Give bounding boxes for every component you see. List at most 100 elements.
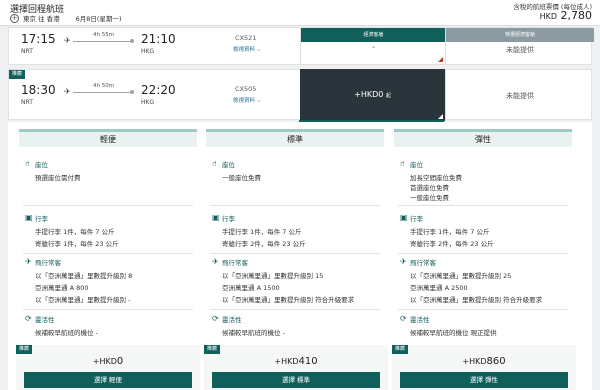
baggage-line: 寄艙行李 1件，每件 23 公斤	[35, 240, 119, 248]
flexibility-icon: ⟳	[212, 314, 219, 323]
price-amount: 860	[486, 356, 506, 367]
fare-price-light: 推薦 +HKD0 選擇 輕便	[16, 345, 200, 390]
price-from-suffix: 起	[385, 93, 391, 99]
departure-time: 17:15	[21, 32, 56, 46]
flexibility-line: 候補較早航班的機位 -	[35, 329, 98, 337]
fare-family-panel: 輕便 ⑁ 座位 預選座位需付費 ▣ 行李 手提行李 1件，每件 7 公斤 寄艙行…	[8, 122, 592, 390]
premium-economy-cabin-option[interactable]: 特選經濟客艙 未能提供	[445, 28, 594, 64]
departure: 17:15 NRT	[21, 32, 56, 55]
plane-icon: ✈	[64, 36, 71, 45]
arrival-time: 22:20	[141, 83, 176, 97]
seat-line: 一般座位免費	[222, 174, 261, 182]
total-currency: HKD	[539, 12, 557, 21]
departure-airport: NRT	[21, 99, 33, 106]
page-header: 選擇回程航班 + 東京 往 香港 6月8日(星期一) 含稅的航班票價 (每位成人…	[0, 0, 600, 26]
baggage-line: 手提行李 1件，每件 7 公斤	[35, 228, 115, 236]
fare-price: +HKD860	[392, 356, 576, 367]
flight-number: CX521	[235, 34, 257, 42]
section-title: 座位	[222, 161, 235, 169]
recommended-badge: 推薦	[204, 345, 221, 354]
select-flex-button[interactable]: 選擇 彈性	[400, 372, 568, 388]
section-title: 靈活性	[35, 316, 55, 324]
arrival: 22:20 HKG	[141, 83, 176, 106]
departure: 18:30 NRT	[21, 83, 56, 106]
seat-icon: ⑁	[212, 159, 217, 168]
section-title: 飛行常客	[35, 259, 61, 267]
view-details-link[interactable]: 檢視資料 ⌵	[233, 45, 261, 54]
arrival-time: 21:10	[141, 32, 176, 46]
seat-line: 加長空間座位免費	[410, 174, 462, 182]
flexibility-line: 候補較早航班的機位 -	[222, 329, 285, 337]
baggage-line: 手提行李 1件，每件 7 公斤	[222, 228, 302, 236]
flight-duration: 4h 50m	[93, 83, 115, 89]
section-title: 行李	[35, 215, 48, 223]
fare-price: +HKD410	[204, 356, 388, 367]
section-title: 座位	[35, 161, 48, 169]
route-summary: + 東京 往 香港 6月8日(星期一)	[10, 13, 121, 23]
baggage-icon: ▣	[400, 213, 408, 222]
departure-time: 18:30	[21, 83, 56, 97]
price-currency: +HKD	[274, 357, 299, 366]
price-amount: 410	[298, 356, 318, 367]
economy-cabin-option[interactable]: 經濟客艙 ⌄	[300, 28, 446, 64]
economy-cabin-tab[interactable]: 經濟客艙	[301, 28, 446, 42]
select-standard-button[interactable]: 選擇 標準	[212, 372, 380, 388]
view-details-link[interactable]: 檢視資料 ⌵	[233, 96, 261, 105]
total-fare: HKD 2,780	[540, 9, 592, 22]
price-currency: +HKD	[462, 357, 487, 366]
fare-price: +HKD0	[16, 356, 200, 367]
divider	[210, 205, 380, 206]
select-light-button[interactable]: 選擇 輕便	[24, 372, 192, 388]
baggage-icon: ▣	[25, 213, 33, 222]
section-title: 行李	[410, 215, 423, 223]
arrival-airport: HKG	[141, 48, 155, 55]
premium-economy-tab[interactable]: 特選經濟客艙	[446, 28, 594, 42]
divider	[398, 205, 568, 206]
recommended-badge: 推薦	[9, 70, 26, 79]
divider	[23, 309, 193, 310]
miles-icon: ✈	[212, 257, 219, 266]
miles-icon: ✈	[25, 257, 32, 266]
flight-number: CX505	[235, 85, 257, 93]
baggage-line: 寄艙行李 2件，每件 23 公斤	[222, 240, 306, 248]
flexibility-line: 候補較早航班的機位 現正提供	[410, 329, 497, 337]
economy-price: +HKD0	[354, 90, 384, 99]
price-amount: 0	[116, 356, 124, 367]
flight-row-cx521: 17:15 NRT ✈ 4h 55m 21:10 HKG CX521 檢視資料 …	[8, 27, 594, 65]
fare-name: 彈性	[394, 129, 572, 147]
miles-line: 以「亞洲萬里通」里數提升級別 25	[410, 272, 512, 280]
fare-price-flex: 推薦 +HKD860 選擇 彈性	[392, 345, 576, 390]
section-title: 飛行常客	[222, 259, 248, 267]
arrival: 21:10 HKG	[141, 32, 176, 55]
route-line	[73, 41, 133, 42]
miles-line: 亞洲萬里通 A 2500	[410, 284, 468, 292]
divider	[210, 309, 380, 310]
fare-price-standard: 推薦 +HKD410 選擇 標準	[204, 345, 388, 390]
plane-icon: ✈	[64, 87, 71, 96]
premium-unavailable: 未能提供	[506, 92, 534, 100]
miles-icon: ✈	[400, 257, 407, 266]
seat-icon: ⑁	[400, 159, 405, 168]
fare-name: 輕便	[19, 129, 197, 147]
fare-name: 標準	[206, 129, 384, 147]
section-title: 靈活性	[222, 316, 242, 324]
travel-date: 6月8日(星期一)	[75, 15, 122, 23]
seat-line: 預選座位需付費	[35, 174, 81, 182]
add-icon[interactable]: +	[10, 13, 19, 23]
divider	[398, 253, 568, 254]
miles-line: 亞洲萬里通 A 1500	[222, 284, 280, 292]
seat-line: 一般座位免費	[410, 194, 449, 202]
selected-corner-indicator	[438, 114, 443, 119]
flexibility-icon: ⟳	[25, 314, 32, 323]
baggage-line: 寄艙行李 2件，每件 23 公斤	[410, 240, 494, 248]
premium-economy-cabin-option[interactable]: 未能提供	[445, 70, 593, 119]
section-title: 座位	[410, 161, 423, 169]
recommended-badge: 推薦	[16, 345, 33, 354]
miles-line: 以「亞洲萬里通」里數提升級別 15	[222, 272, 324, 280]
economy-cabin-selected[interactable]: +HKD0 起	[300, 69, 445, 121]
route-text: 東京 往 香港	[23, 15, 60, 23]
premium-unavailable: 未能提供	[506, 46, 534, 54]
route-end-dot	[130, 39, 134, 43]
miles-line: 以「亞洲萬里通」里數提升級別 符合升級要求	[222, 296, 355, 304]
seat-icon: ⑁	[25, 159, 30, 168]
